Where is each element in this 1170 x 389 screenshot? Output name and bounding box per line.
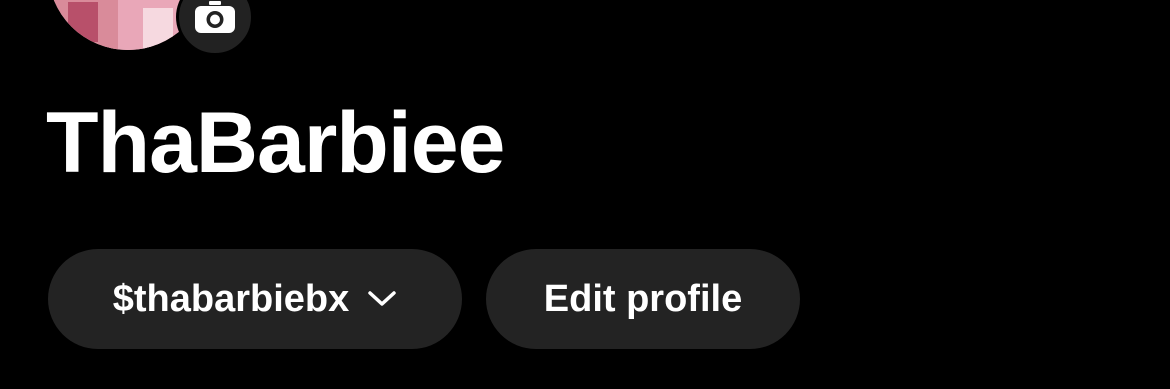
cashtag-label: $thabarbiebx <box>112 277 350 320</box>
change-photo-button[interactable] <box>176 0 254 56</box>
edit-profile-label: Edit profile <box>543 277 743 320</box>
chevron-down-icon <box>367 290 397 308</box>
edit-profile-button[interactable]: Edit profile <box>486 249 800 349</box>
display-name: ThaBarbiee <box>46 95 505 191</box>
cashtag-switcher-button[interactable]: $thabarbiebx <box>48 249 462 349</box>
camera-icon <box>195 1 235 33</box>
